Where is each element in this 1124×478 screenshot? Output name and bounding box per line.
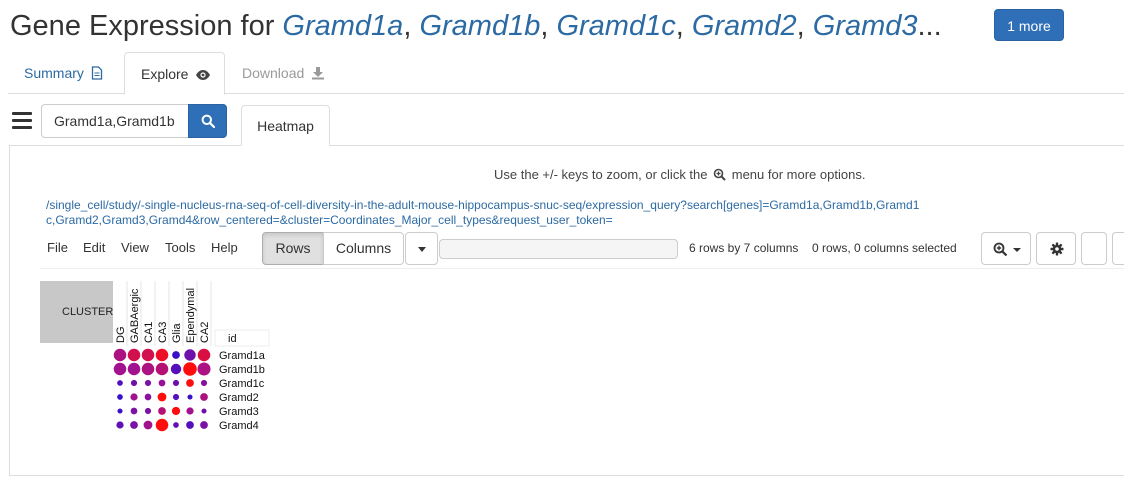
chevron-down-icon — [418, 247, 426, 252]
column-label: Glia — [171, 323, 183, 343]
heatmap-dot — [158, 379, 166, 387]
column-label: CA3 — [157, 322, 169, 343]
title-gene-gramd1b: Gramd1b — [419, 10, 541, 42]
heatmap-dot — [117, 380, 123, 386]
heatmap-dot — [117, 408, 123, 414]
title-gene-gramd1c: Gramd1c — [556, 10, 676, 42]
options-dropdown-button[interactable] — [405, 232, 438, 265]
title-gene-gramd2: Gramd2 — [691, 10, 797, 42]
heatmap-dot — [144, 393, 152, 401]
gear-icon — [1050, 242, 1064, 256]
heatmap-dot — [155, 418, 169, 432]
column-label: DG — [115, 327, 127, 344]
heatmap-dot — [158, 407, 166, 415]
heatmap-dot — [200, 393, 208, 401]
heatmap-dot — [144, 379, 152, 387]
title-gene-gramd3: Gramd3 — [812, 10, 918, 42]
heatmap-dot — [184, 349, 196, 361]
heatmap-dot — [130, 393, 138, 401]
heatmap-dot — [116, 421, 124, 429]
heatmap-dot — [187, 394, 193, 400]
chevron-down-icon — [1013, 248, 1021, 252]
search-progress-field[interactable] — [439, 239, 678, 259]
zoom-in-icon — [713, 168, 726, 181]
heatmap-dot — [197, 348, 211, 362]
heatmap-dot — [200, 421, 208, 429]
heatmap-dot — [144, 407, 152, 415]
heatmap-dot — [155, 362, 169, 376]
row-label: Gramd2 — [219, 392, 259, 404]
zoom-hint-text-2: menu for more options. — [731, 167, 866, 182]
matrix-dimensions: 6 rows by 7 columns — [689, 241, 799, 255]
column-label: CA2 — [199, 322, 211, 343]
heatmap-dot — [141, 362, 155, 376]
toolbar-extra-button[interactable] — [1081, 232, 1107, 265]
heatmap-dot — [172, 351, 180, 359]
columns-toggle-button[interactable]: Columns — [323, 232, 404, 265]
heatmap-dot — [186, 407, 194, 415]
heatmap-dot — [170, 363, 182, 375]
heatmap-dot — [171, 406, 181, 416]
heatmap-dot — [173, 422, 179, 428]
row-label: Gramd1c — [219, 378, 265, 390]
zoom-icon — [993, 242, 1008, 257]
settings-button[interactable] — [1036, 232, 1076, 265]
heatmap[interactable]: CLUSTERDG GABAergic CA1 CA3 Glia Ependymal CA2… — [0, 0, 320, 478]
toolbar-extra-button-2[interactable] — [1112, 232, 1124, 265]
heatmap-dot — [130, 421, 138, 429]
row-header-cell — [214, 329, 270, 347]
row-label: Gramd3 — [219, 406, 259, 418]
heatmap-dot — [141, 348, 155, 362]
zoom-menu-button[interactable] — [981, 232, 1031, 265]
row-header-label: id — [228, 333, 237, 345]
zoom-hint-text: Use the +/- keys to zoom, or click the — [494, 167, 708, 182]
column-label: CA1 — [143, 322, 155, 343]
heatmap-dot — [200, 379, 208, 387]
selection-status: 0 rows, 0 columns selected — [812, 241, 957, 255]
heatmap-dot — [201, 408, 207, 414]
zoom-hint: Use the +/- keys to zoom, or click the m… — [494, 167, 865, 182]
heatmap-dot — [197, 362, 211, 376]
heatmap-dot — [186, 421, 194, 429]
cluster-annotation-label: CLUSTER — [62, 306, 113, 318]
heatmap-dot — [113, 362, 127, 376]
column-label: GABAergic — [129, 288, 141, 343]
more-genes-button[interactable]: 1 more — [994, 9, 1064, 41]
title-ellipsis: ... — [917, 10, 942, 42]
heatmap-dot — [117, 394, 123, 400]
row-label: Gramd1b — [219, 364, 265, 376]
heatmap-dot — [130, 407, 138, 415]
heatmap-dot — [157, 392, 167, 402]
column-label: Ependymal — [185, 288, 197, 343]
heatmap-dot — [130, 379, 138, 387]
heatmap-dot — [143, 420, 153, 430]
heatmap-dot — [113, 348, 127, 362]
heatmap-dot — [172, 393, 180, 401]
heatmap-dot — [186, 379, 194, 387]
heatmap-dot — [172, 379, 180, 387]
heatmap-dot — [127, 362, 141, 376]
heatmap-dot — [127, 348, 141, 362]
heatmap-dot — [155, 348, 169, 362]
heatmap-dot — [183, 362, 197, 376]
row-label: Gramd1a — [219, 350, 266, 362]
row-label: Gramd4 — [219, 420, 259, 432]
